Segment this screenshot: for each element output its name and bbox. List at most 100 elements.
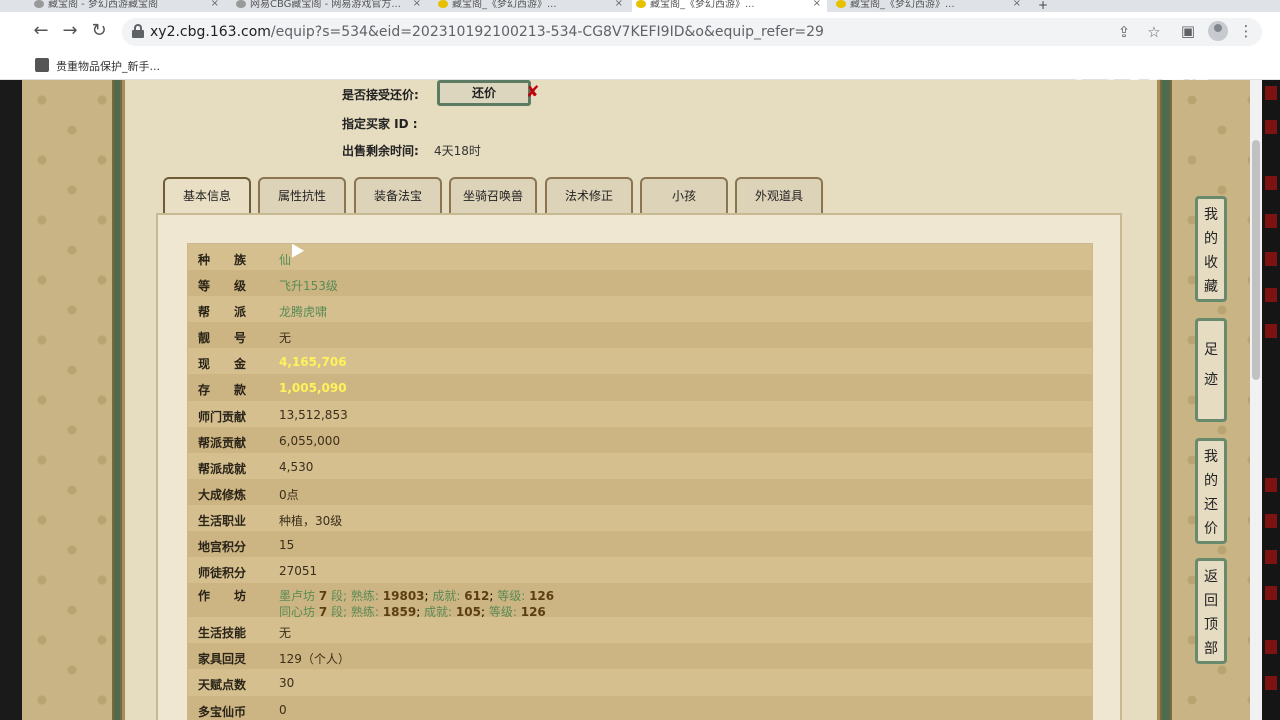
my-counter-offers-button[interactable]: 我的还价 [1195,438,1227,544]
row-value: 0点 [279,487,299,502]
sidebar-icon[interactable]: ▣ [1178,21,1198,41]
lock-icon[interactable] [132,24,144,38]
back-to-top-button[interactable]: 返回顶部 [1195,558,1227,664]
menu-icon[interactable]: ⋮ [1236,21,1256,41]
table-row: 多宝仙币 0 [188,695,1092,720]
page-scrollbar[interactable] [1250,80,1262,720]
row-value: 种植，30级 [279,513,343,528]
table-row: 等 级 飞升153级 [188,270,1092,297]
float-btn-char: 部 [1204,641,1218,657]
tab-appearance[interactable]: 外观道具 [735,177,823,213]
browser-tab-4[interactable]: 藏宝阁_《梦幻西游》... × [632,0,827,12]
row-value: 无 [279,626,292,641]
float-btn-char: 藏 [1204,279,1218,295]
tab-mounts-pets[interactable]: 坐骑召唤兽 [449,177,537,213]
strip-cell [1265,176,1277,190]
scroll-thumb[interactable] [1252,140,1260,380]
bookmark-favicon-icon [35,58,49,72]
share-icon[interactable]: ⇪ [1114,22,1134,42]
table-row: 家具回灵 129（个人） [188,643,1092,670]
tab-spell-mods[interactable]: 法术修正 [545,177,633,213]
float-btn-char: 收 [1204,255,1218,271]
left-pillar [112,80,122,720]
profile-avatar[interactable] [1208,21,1228,41]
row-value: 无 [279,331,292,346]
url-path: /equip?s=534&eid=202310192100213-534-CG8… [270,24,824,40]
reload-button[interactable]: ↻ [88,21,110,43]
row-value: 15 [279,538,295,553]
table-row: 天赋点数 30 [188,669,1092,696]
table-row: 种 族仙 [188,244,1092,271]
row-value: 飞升153级 [279,279,338,294]
row-label: 存 款 [198,383,247,398]
close-icon[interactable]: × [813,0,821,9]
tab-children[interactable]: 小孩 [640,177,728,213]
url-text[interactable]: xy2.cbg.163.com/equip?s=534&eid=20231019… [150,24,824,40]
row-label: 天赋点数 [198,678,247,693]
float-btn-char: 的 [1204,231,1218,247]
close-icon[interactable]: × [413,0,421,9]
tab-attributes[interactable]: 属性抗性 [258,177,346,213]
back-button[interactable]: ← [30,21,52,43]
new-tab-button[interactable]: + [1038,0,1048,12]
tab-basic-info[interactable]: 基本信息 [163,177,251,213]
row-label: 帮派成就 [198,461,247,476]
time-left-value: 4天18时 [434,144,481,158]
row-value: 龙腾虎啸 [279,305,328,320]
close-icon[interactable]: × [211,0,219,9]
table-row: 现 金 4,165,706 [188,348,1092,375]
footprints-button[interactable]: 足迹 [1195,318,1227,422]
tab-favicon-icon [236,0,246,8]
browser-tab-1[interactable]: 藏宝阁 - 梦幻西游藏宝阁 × [30,0,225,12]
row-value: 13,512,853 [279,407,348,422]
table-row: 地宫积分 15 [188,531,1092,558]
browser-tab-2[interactable]: 网易CBG藏宝阁 - 网易游戏官方... × [232,0,427,12]
table-row: 生活技能 无 [188,617,1092,644]
strip-cell [1265,252,1277,266]
strip-cell [1265,514,1277,528]
strip-cell [1265,550,1277,564]
workshop-line: 墨卢坊 7 段; 熟练: 19803; 成就: 612; 等级: 126 [279,589,555,604]
tab-equipment[interactable]: 装备法宝 [354,177,442,213]
float-btn-char: 我 [1204,207,1218,223]
time-left-label: 出售剩余时间: [342,144,419,158]
tab-favicon-icon [34,0,44,8]
counter-offer-button[interactable]: 还价 [437,80,531,106]
forward-button[interactable]: → [59,21,81,43]
tab-favicon-icon [636,0,646,8]
my-favorites-button[interactable]: 我的收藏 [1195,196,1227,302]
row-value: 0 [279,702,287,717]
float-btn-char: 我 [1204,449,1218,465]
row-value: 129（个人） [279,652,350,667]
table-row: 帮派成就 4,530 [188,452,1092,479]
browser-tab-bar: 藏宝阁 - 梦幻西游藏宝阁 × 网易CBG藏宝阁 - 网易游戏官方... × 藏宝阁… [0,0,1280,12]
strip-cell [1265,120,1277,134]
tab-title: 藏宝阁 - 梦幻西游藏宝阁 [48,0,158,10]
buyer-id-label: 指定买家 ID : [342,117,418,131]
star-icon[interactable]: ☆ [1144,22,1164,42]
url-host: xy2.cbg.163.com [150,24,271,40]
browser-toolbar: ← → ↻ xy2.cbg.163.com/equip?s=534&eid=20… [0,12,1280,52]
close-icon[interactable]: × [1013,0,1021,9]
bookmark-item[interactable]: 贵重物品保护_新手... [56,58,160,74]
browser-tab-3[interactable]: 藏宝阁_《梦幻西游》... × [434,0,629,12]
strip-cell [1265,640,1277,654]
table-row: 生活职业 种植，30级 [188,504,1092,532]
strip-cell [1265,478,1277,492]
table-row: 帮派贡献 6,055,000 [188,426,1092,453]
row-label: 等 级 [198,279,247,294]
row-value: 27051 [279,564,318,579]
strip-cell [1265,86,1277,100]
background-window-strip [1262,80,1280,720]
tab-favicon-icon [438,0,448,8]
address-bar[interactable]: xy2.cbg.163.com/equip?s=534&eid=20231019… [122,18,1262,46]
close-icon[interactable]: ✘ [526,82,539,101]
row-value: 1,005,090 [279,381,347,396]
browser-tab-5[interactable]: 藏宝阁_《梦幻西游》... × [832,0,1027,12]
right-pillar [1160,80,1172,720]
tab-title: 藏宝阁_《梦幻西游》... [850,0,955,10]
main-content: 是否接受还价: 还价 ✘ 指定买家 ID : 出售剩余时间: 4天18时 基本信… [122,80,1160,720]
accept-counter-label: 是否接受还价: [342,88,419,102]
close-icon[interactable]: × [615,0,623,9]
tab-title: 藏宝阁_《梦幻西游》... [650,0,755,10]
